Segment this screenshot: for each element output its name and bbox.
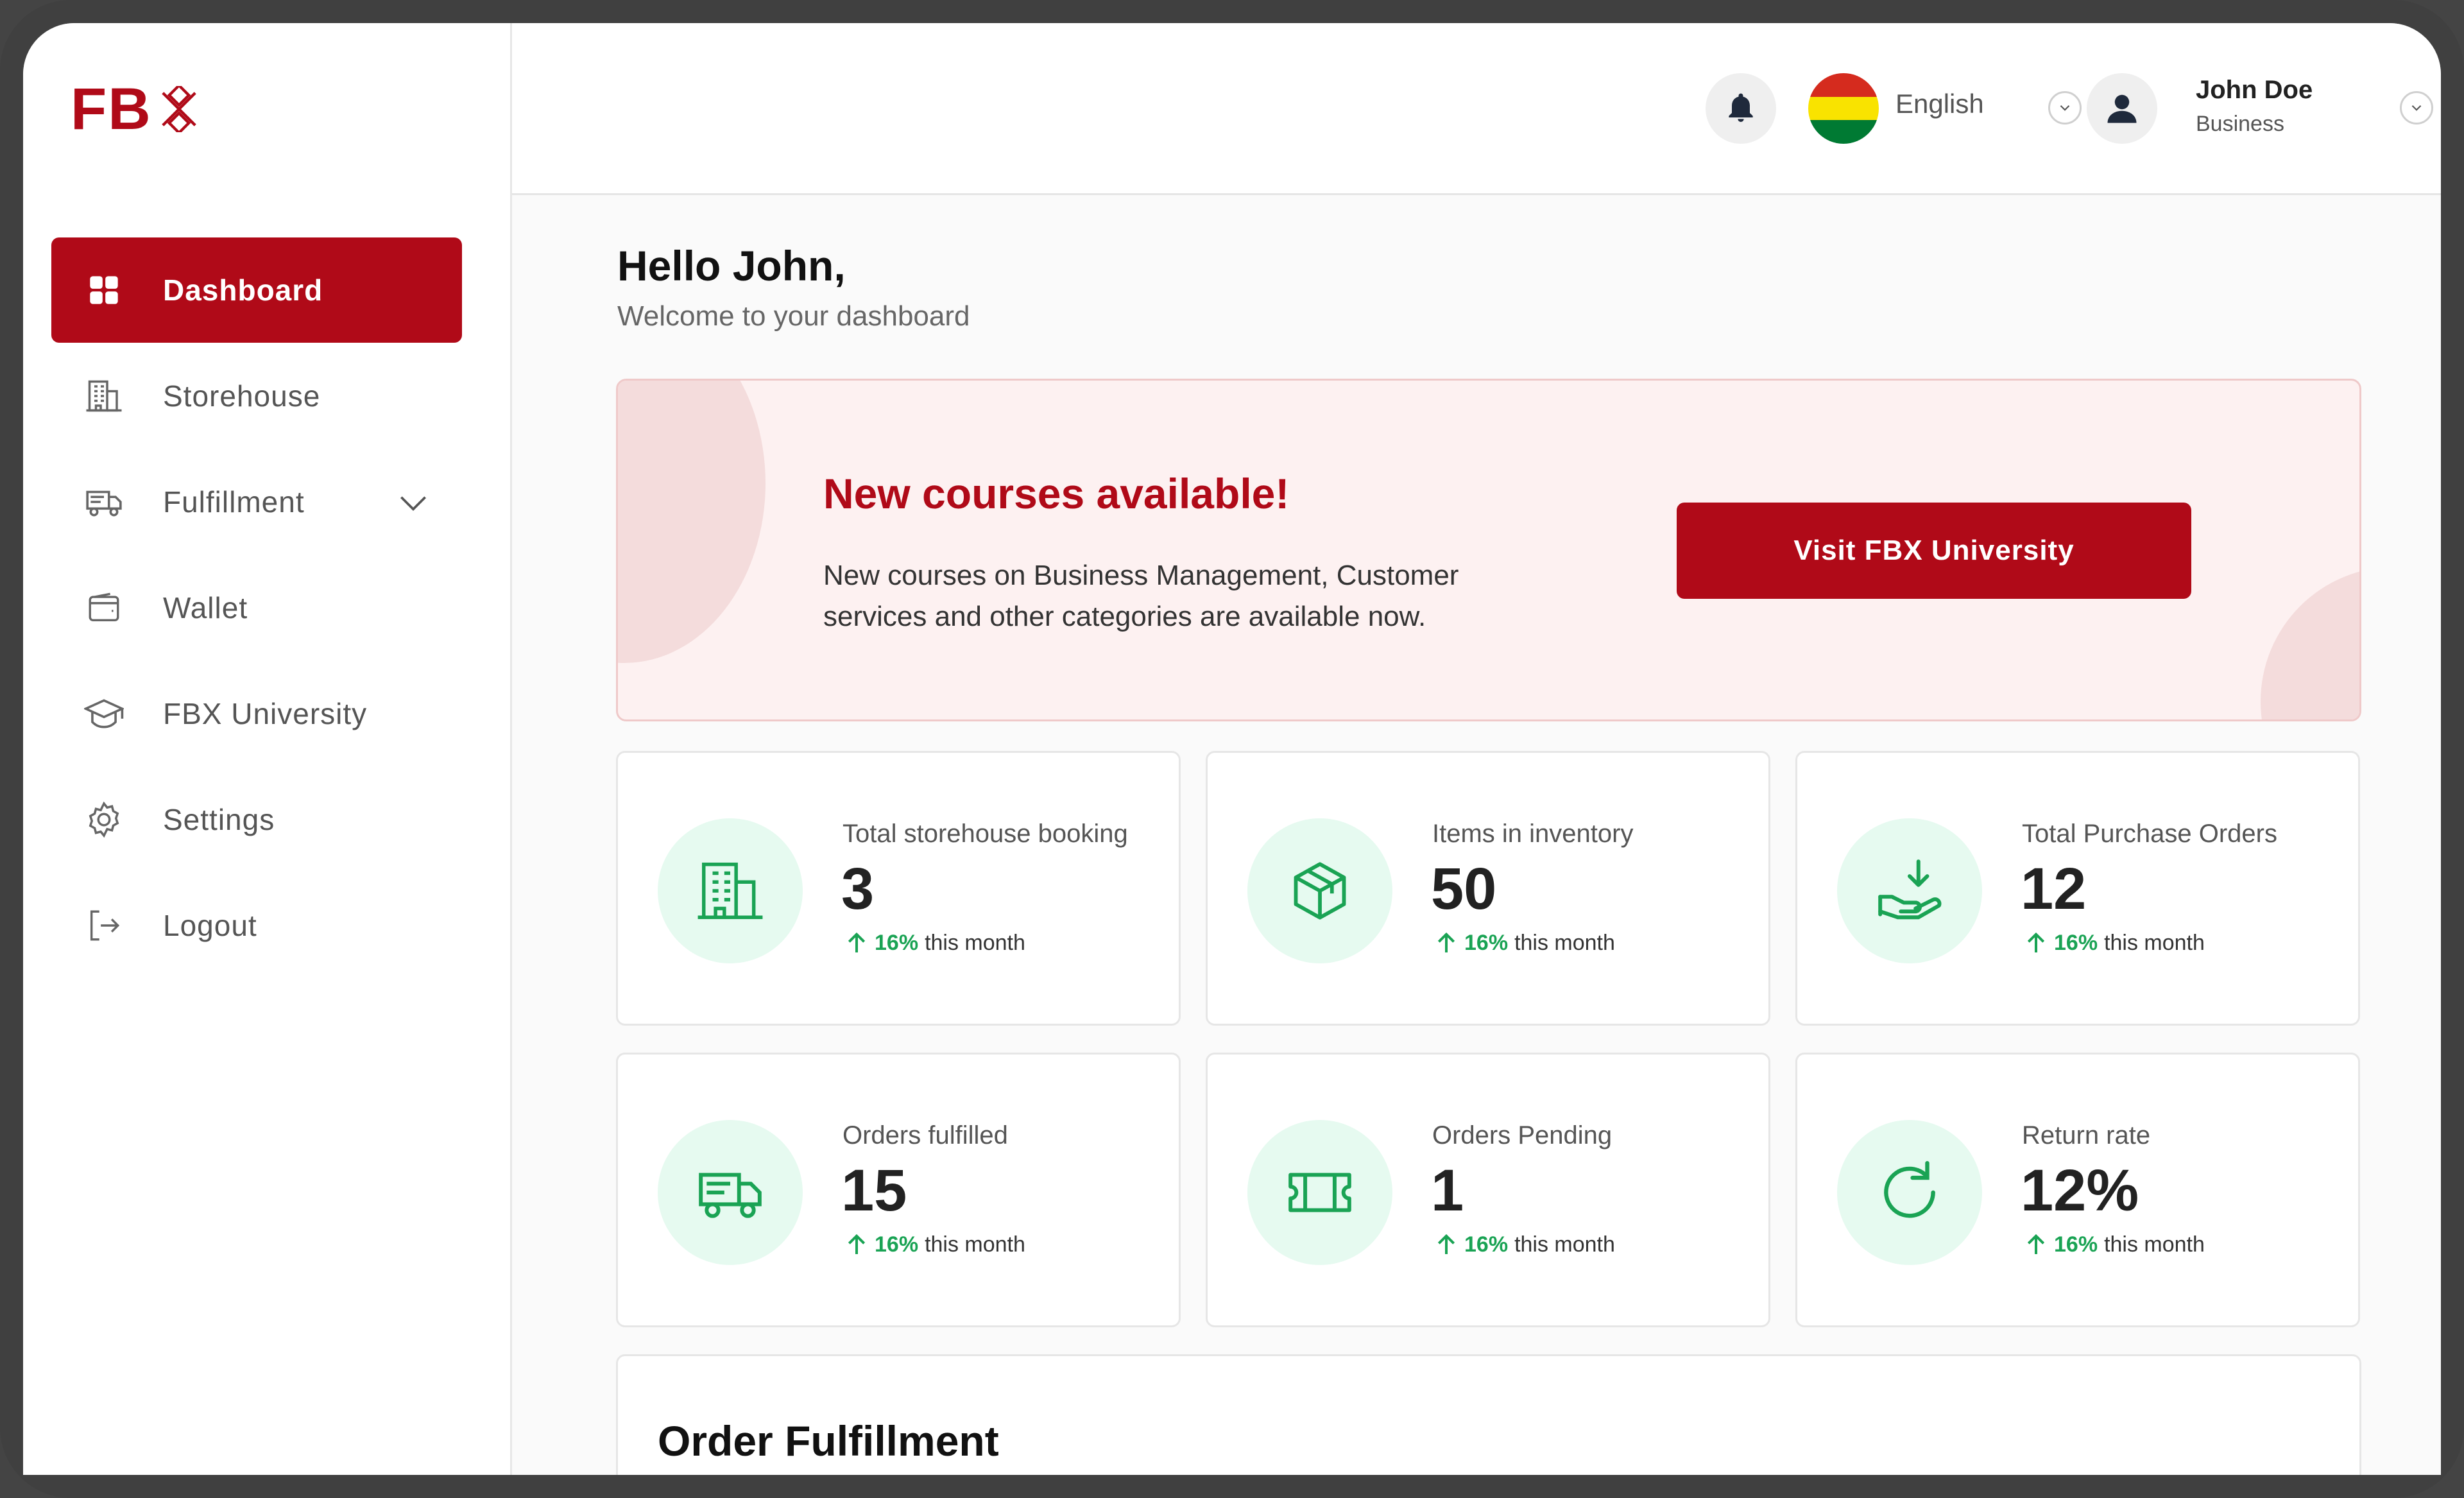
sidebar-item-label: Dashboard: [163, 273, 323, 307]
stat-trend-percent: 16%: [1464, 1232, 1509, 1257]
stat-trend: 16% this month: [844, 930, 1025, 956]
user-name[interactable]: John Doe: [2196, 76, 2313, 105]
user-icon: [2107, 94, 2137, 123]
stat-card-orders-fulfilled[interactable]: Orders fulfilled 15 16% this month: [616, 1053, 1181, 1327]
wallet-icon: [83, 587, 124, 628]
sidebar: FB Dashboard Storehouse Fulfillment Wall…: [23, 23, 512, 1475]
arrow-up-icon: [1437, 932, 1455, 952]
sidebar-item-label: FBX University: [163, 697, 368, 730]
sidebar-item-logout[interactable]: Logout: [51, 873, 462, 978]
logout-icon: [83, 905, 124, 946]
arrow-up-icon: [2027, 1234, 2045, 1254]
bell-icon: [1729, 93, 1753, 122]
hand-receive-icon: [1837, 818, 1982, 963]
sidebar-item-wallet[interactable]: Wallet: [51, 555, 462, 660]
section-title: Order Fulfillment: [658, 1417, 999, 1465]
stat-value: 12%: [2021, 1158, 2139, 1223]
truck-icon: [83, 481, 124, 522]
stat-card-purchase-orders[interactable]: Total Purchase Orders 12 16% this month: [1795, 751, 2360, 1026]
sidebar-item-label: Storehouse: [163, 379, 321, 413]
stat-label: Total Purchase Orders: [2022, 820, 2277, 848]
building-icon: [83, 375, 124, 417]
language-flag-icon[interactable]: [1808, 73, 1879, 144]
language-label[interactable]: English: [1895, 89, 1984, 119]
sidebar-item-fbx-university[interactable]: FBX University: [51, 661, 462, 766]
building-icon: [658, 818, 803, 963]
arrow-up-icon: [2027, 932, 2045, 952]
stat-card-return-rate[interactable]: Return rate 12% 16% this month: [1795, 1053, 2360, 1327]
decorative-circle: [618, 381, 766, 663]
chevron-down-icon[interactable]: [395, 485, 431, 521]
dashboard-grid-icon: [83, 270, 124, 311]
stat-trend: 16% this month: [1433, 1232, 1615, 1257]
stat-label: Orders Pending: [1432, 1121, 1613, 1149]
stat-value: 15: [841, 1158, 907, 1223]
arrow-up-icon: [848, 1234, 866, 1254]
ticket-icon: [1247, 1120, 1392, 1265]
sidebar-item-label: Logout: [163, 909, 257, 942]
stat-trend-percent: 16%: [1464, 930, 1509, 955]
courses-banner: New courses available! New courses on Bu…: [616, 379, 2361, 721]
stat-trend-text: this month: [925, 930, 1025, 955]
stat-card-items-inventory[interactable]: Items in inventory 50 16% this month: [1206, 751, 1770, 1026]
device-frame: FB Dashboard Storehouse Fulfillment Wall…: [0, 0, 2464, 1498]
logo-text: FB: [71, 76, 152, 142]
refresh-icon: [1837, 1120, 1982, 1265]
banner-title: New courses available!: [823, 470, 1290, 517]
sidebar-item-storehouse[interactable]: Storehouse: [51, 343, 462, 449]
logo[interactable]: FB: [71, 80, 202, 139]
page-subtitle: Welcome to your dashboard: [617, 300, 970, 332]
stat-trend-text: this month: [2104, 1232, 2205, 1257]
stat-trend-text: this month: [925, 1232, 1025, 1257]
stat-trend-percent: 16%: [875, 930, 919, 955]
notifications-button[interactable]: [1706, 73, 1776, 144]
stat-trend-percent: 16%: [2054, 930, 2098, 955]
sidebar-item-label: Settings: [163, 803, 275, 836]
arrow-up-icon: [848, 932, 866, 952]
stat-trend-text: this month: [1514, 1232, 1615, 1257]
avatar[interactable]: [2087, 73, 2157, 144]
stat-trend: 16% this month: [844, 1232, 1025, 1257]
stat-value: 50: [1431, 856, 1497, 922]
stat-trend: 16% this month: [1433, 930, 1615, 956]
visit-university-button[interactable]: Visit FBX University: [1677, 503, 2191, 599]
stat-label: Items in inventory: [1432, 820, 1634, 848]
stat-label: Return rate: [2022, 1121, 2151, 1149]
stat-label: Orders fulfilled: [843, 1121, 1008, 1149]
sidebar-nav: Dashboard Storehouse Fulfillment Wallet …: [51, 237, 462, 979]
sidebar-item-dashboard[interactable]: Dashboard: [51, 237, 462, 343]
decorative-circle: [2261, 567, 2359, 719]
box-icon: [1247, 818, 1392, 963]
top-header: English John Doe Business: [512, 23, 2441, 195]
language-dropdown-chevron-icon[interactable]: [2048, 91, 2082, 125]
banner-text: New courses on Business Management, Cust…: [823, 560, 1459, 632]
stat-card-orders-pending[interactable]: Orders Pending 1 16% this month: [1206, 1053, 1770, 1327]
user-dropdown-chevron-icon[interactable]: [2400, 91, 2433, 125]
stat-trend-text: this month: [1514, 930, 1615, 955]
stat-value: 3: [841, 856, 875, 922]
page-title: Hello John,: [617, 242, 846, 289]
stat-trend: 16% this month: [2023, 1232, 2205, 1257]
order-fulfillment-panel: Order Fulfillment: [616, 1354, 2361, 1475]
stat-trend-percent: 16%: [875, 1232, 919, 1257]
stat-card-storehouse-booking[interactable]: Total storehouse booking 3 16% this mont…: [616, 751, 1181, 1026]
graduation-cap-icon: [83, 693, 124, 734]
stat-trend: 16% this month: [2023, 930, 2205, 956]
arrow-up-icon: [1437, 1234, 1455, 1254]
sidebar-item-settings[interactable]: Settings: [51, 767, 462, 872]
user-role: Business: [2196, 112, 2284, 136]
stat-value: 1: [1431, 1158, 1464, 1223]
truck-icon: [658, 1120, 803, 1265]
logo-x-mark-icon: [161, 86, 196, 132]
sidebar-item-fulfillment[interactable]: Fulfillment: [51, 449, 462, 555]
stat-trend-percent: 16%: [2054, 1232, 2098, 1257]
sidebar-item-label: Fulfillment: [163, 485, 305, 519]
gear-icon: [83, 799, 124, 840]
stat-trend-text: this month: [2104, 930, 2205, 955]
app-screen: FB Dashboard Storehouse Fulfillment Wall…: [23, 23, 2441, 1475]
stat-value: 12: [2021, 856, 2087, 922]
stat-label: Total storehouse booking: [843, 820, 1128, 848]
sidebar-item-label: Wallet: [163, 591, 248, 624]
